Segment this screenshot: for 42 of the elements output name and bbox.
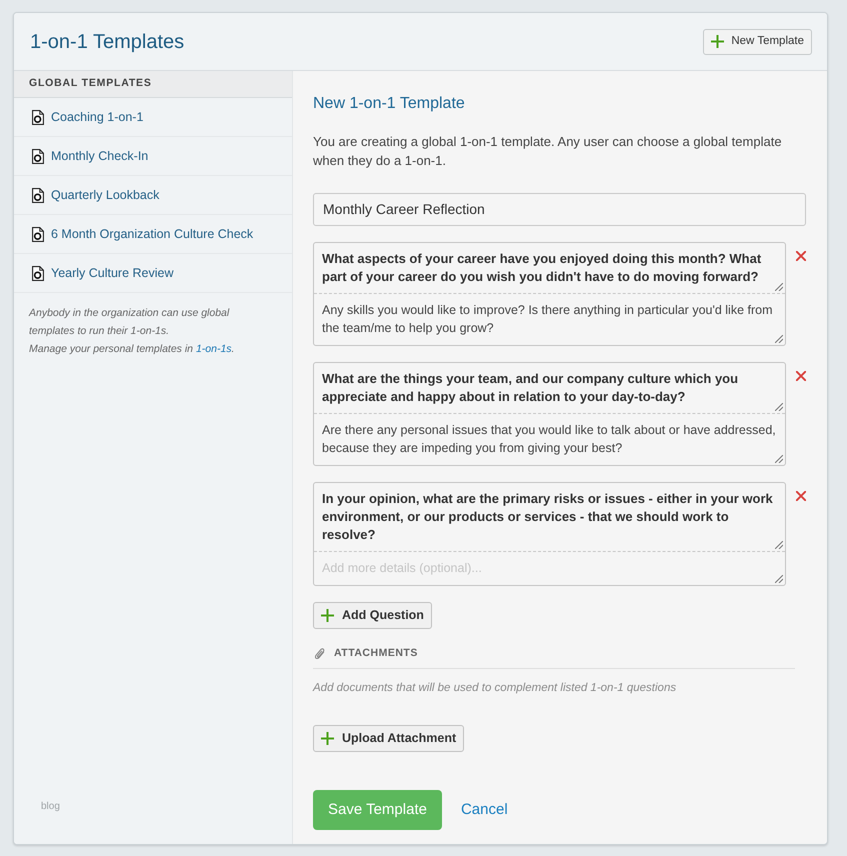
new-template-button[interactable]: New Template: [703, 28, 812, 54]
remove-icon[interactable]: [796, 371, 806, 381]
remove-icon[interactable]: [796, 491, 806, 501]
document-icon: [32, 148, 44, 164]
sidebar-item[interactable]: 6 Month Organization Culture Check: [14, 215, 292, 254]
page-title: 1-on-1 Templates: [30, 30, 184, 54]
sidebar-note: Anybody in the organization can use global templates to run their 1-on-1s.: [29, 306, 230, 339]
attachments-note: Add documents that will be used to complement listed 1-on-1 questions: [313, 680, 676, 696]
document-icon: [32, 188, 44, 202]
sidebar-heading: GLOBAL TEMPLATES: [14, 71, 292, 98]
document-icon: [32, 110, 44, 124]
resize-grip-icon[interactable]: [775, 283, 783, 291]
resize-grip-icon[interactable]: [775, 335, 783, 343]
question-field[interactable]: In your opinion, what are the primary risks or issues - either in your work environment, or our products or services - that we should work to resolve?: [314, 483, 785, 552]
details-field[interactable]: Any skills you would like to improve? Is there anything in particular you'd like from the team/me to help you grow?: [314, 294, 785, 345]
template-name-field[interactable]: Monthly Career Reflection: [313, 193, 806, 226]
plus-icon: [321, 732, 334, 745]
resize-grip-icon[interactable]: [775, 575, 783, 583]
question-field[interactable]: What are the things your team, and our company culture which you appreciate and happy about in relation to your day-to-day?: [314, 363, 785, 414]
resize-grip-icon[interactable]: [775, 541, 783, 549]
sidebar-item[interactable]: Yearly Culture Review: [14, 254, 292, 293]
question-field[interactable]: What aspects of your career have you enjoyed doing this month? What part of your career do you wish you didn't have to do moving forward?: [314, 243, 785, 294]
upload-attachment-button[interactable]: Upload Attachment: [313, 725, 464, 752]
details-field[interactable]: Are there any personal issues that you would like to talk about or have addressed, because they are impeding you from giving your best?: [314, 414, 785, 465]
plus-icon: [711, 35, 724, 48]
document-icon: [32, 226, 44, 242]
resize-grip-icon[interactable]: [775, 403, 783, 411]
form-description: You are creating a global 1-on-1 template. Any user can choose a global template when they do a 1-on-1.: [313, 133, 783, 170]
resize-grip-icon[interactable]: [775, 455, 783, 463]
one-on-ones-link[interactable]: 1-on-1s: [196, 343, 232, 355]
plus-icon: [321, 609, 334, 622]
sidebar-item[interactable]: Monthly Check-In: [14, 137, 292, 176]
sidebar-item[interactable]: Coaching 1-on-1: [14, 98, 292, 137]
remove-icon[interactable]: [796, 251, 806, 261]
attachments-heading: ATTACHMENTS: [334, 646, 418, 661]
paperclip-icon: [315, 648, 325, 660]
sidebar-note: Manage your personal templates in 1-on-1s.: [29, 342, 236, 357]
form-title: New 1-on-1 Template: [313, 94, 465, 114]
cancel-link[interactable]: Cancel: [460, 798, 508, 822]
add-question-button[interactable]: Add Question: [313, 602, 432, 629]
sidebar-item[interactable]: Quarterly Lookback: [14, 176, 292, 215]
document-icon: [32, 266, 44, 280]
